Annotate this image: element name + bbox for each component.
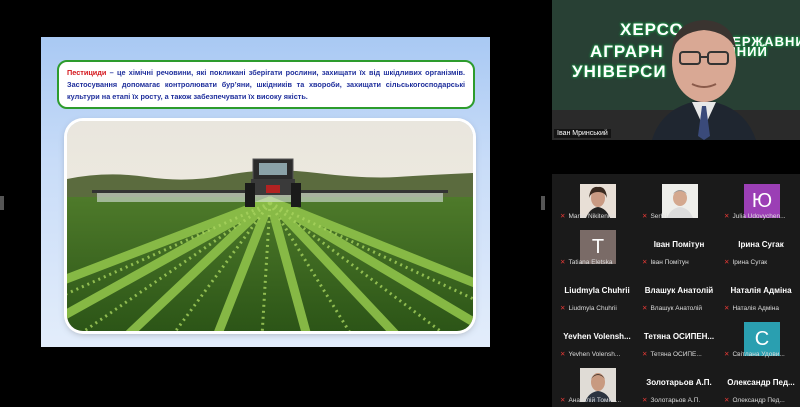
participant-name: Влашук Анатолій xyxy=(644,286,714,295)
participant-tile[interactable]: С ✕ Світлана Удови... xyxy=(720,316,800,360)
participant-tile[interactable]: Тетяна ОСИПЕН... ✕ Тетяна ОСИПЕ... xyxy=(638,316,720,360)
participant-name: Іван Помітун xyxy=(653,240,705,249)
muted-mic-icon: ✕ xyxy=(560,351,566,358)
participant-tile[interactable]: Наталія Адміна ✕ Наталія Адміна xyxy=(720,270,800,314)
participant-name: Олександр Пед... xyxy=(727,378,795,387)
participant-label: Наталія Адміна xyxy=(732,305,779,312)
muted-mic-icon: ✕ xyxy=(642,351,648,358)
muted-mic-icon: ✕ xyxy=(724,305,730,312)
participant-tile[interactable]: Т ✕ Tatiana Eletska xyxy=(556,224,638,268)
participant-name: Тетяна ОСИПЕН... xyxy=(643,332,715,341)
participant-label: Влашук Анатолій xyxy=(650,305,702,312)
participant-tile[interactable]: ✕ Mariia Nikitenko xyxy=(556,178,638,222)
shared-screen: Пестициди – це хімічні речовини, які пок… xyxy=(0,0,545,407)
participant-tile[interactable]: Золотарьов А.П. ✕ Золотарьов А.П. xyxy=(638,362,720,406)
muted-mic-icon: ✕ xyxy=(642,397,648,404)
participant-label: Олександр Пед... xyxy=(732,397,785,404)
participant-name: Наталія Адміна xyxy=(730,286,792,295)
participant-name: Ірина Сугак xyxy=(738,240,784,249)
muted-mic-icon: ✕ xyxy=(642,305,648,312)
participant-label: Золотарьов А.П. xyxy=(650,397,701,404)
participant-label: Julia Udovychen... xyxy=(732,213,786,220)
participant-label: Liudmyla Chuhrii xyxy=(568,305,617,312)
participant-tile[interactable]: Yevhen Volensh... ✕ Yevhen Volensh... xyxy=(556,316,638,360)
muted-mic-icon: ✕ xyxy=(724,259,730,266)
participant-name: Liudmyla Chuhrii xyxy=(564,286,630,295)
avatar-letter: Ю xyxy=(751,189,773,212)
participant-tile[interactable]: Ірина Сугак ✕ Ірина Сугак xyxy=(720,224,800,268)
resize-handle-right[interactable] xyxy=(541,196,545,210)
speaker-video: ХЕРСО ДЕРЖАВНИ АГРАРН ІЧНИЙ УНІВЕРСИ Іва… xyxy=(552,0,800,140)
presentation-slide: Пестициди – це хімічні речовини, які пок… xyxy=(41,37,490,347)
participant-tile[interactable]: Liudmyla Chuhrii ✕ Liudmyla Chuhrii xyxy=(556,270,638,314)
participant-tile[interactable]: Олександр Пед... ✕ Олександр Пед... xyxy=(720,362,800,406)
speaker-figure xyxy=(652,20,756,140)
muted-mic-icon: ✕ xyxy=(642,213,648,220)
participant-tile[interactable]: Іван Помітун ✕ Іван Помітун xyxy=(638,224,720,268)
speaker-name: Іван Мринський xyxy=(554,129,611,138)
participant-label: Іван Помітун xyxy=(650,259,689,266)
avatar-letter: С xyxy=(754,327,770,350)
participant-label: Тетяна ОСИПЕ... xyxy=(650,351,702,358)
participants-panel: ✕ Mariia Nikitenko ✕ Serhii Zaiets Ю ✕ Juli… xyxy=(552,174,800,407)
muted-mic-icon: ✕ xyxy=(560,397,566,404)
participant-label: Tatiana Eletska xyxy=(568,259,613,266)
muted-mic-icon: ✕ xyxy=(724,351,730,358)
participant-label: Світлана Удови... xyxy=(732,351,785,358)
resize-handle-left[interactable] xyxy=(0,196,4,210)
participant-tile[interactable]: Влашук Анатолій ✕ Влашук Анатолій xyxy=(638,270,720,314)
participant-label: Анатолій Томни... xyxy=(568,397,622,404)
participant-label: Yevhen Volensh... xyxy=(568,351,621,358)
participant-tile[interactable]: ✕ Анатолій Томни... xyxy=(556,362,638,406)
muted-mic-icon: ✕ xyxy=(642,259,648,266)
definition-textbox: Пестициди – це хімічні речовини, які пок… xyxy=(57,60,475,109)
muted-mic-icon: ✕ xyxy=(724,397,730,404)
participant-tile[interactable]: Ю ✕ Julia Udovychen... xyxy=(720,178,800,222)
muted-mic-icon: ✕ xyxy=(560,305,566,312)
definition-text: – це хімічні речовини, які покликані збе… xyxy=(67,68,465,101)
avatar-letter: Т xyxy=(591,235,605,258)
participant-label: Serhii Zaiets xyxy=(650,213,687,220)
muted-mic-icon: ✕ xyxy=(560,213,566,220)
participant-tile[interactable]: ✕ Serhii Zaiets xyxy=(638,178,720,222)
definition-keyword: Пестициди xyxy=(67,68,107,77)
participant-label: Ірина Сугак xyxy=(732,259,768,266)
tractor-field-photo xyxy=(67,121,473,331)
participant-label: Mariia Nikitenko xyxy=(568,213,615,220)
field-illustration xyxy=(67,121,473,331)
muted-mic-icon: ✕ xyxy=(560,259,566,266)
muted-mic-icon: ✕ xyxy=(724,213,730,220)
participant-name: Yevhen Volensh... xyxy=(563,332,631,341)
participant-name: Золотарьов А.П. xyxy=(646,378,712,387)
